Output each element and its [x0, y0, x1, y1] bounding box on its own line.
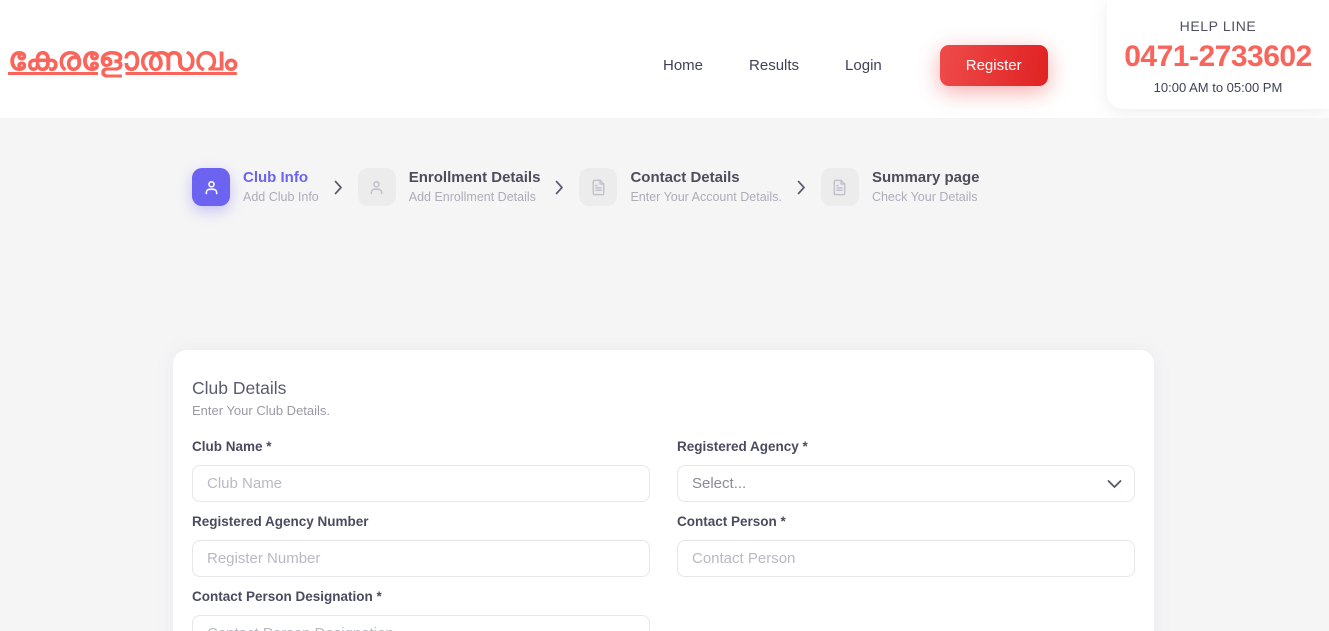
user-icon [192, 168, 230, 206]
step-summary-page[interactable]: Summary page Check Your Details [820, 168, 980, 206]
site-header: കേരളോത്സവം Home Results Login Register H… [0, 0, 1329, 118]
helpline-title: HELP LINE [1179, 18, 1257, 34]
club-name-label: Club Name * [192, 439, 272, 454]
nav-results[interactable]: Results [726, 52, 822, 80]
document-icon [820, 168, 859, 206]
main-navigation: Home Results Login Register [640, 45, 1048, 86]
helpline-card: HELP LINE 0471-2733602 10:00 AM to 05:00… [1107, 0, 1329, 109]
step-title: Club Info [243, 169, 308, 186]
club-details-card: Club Details Enter Your Club Details. Cl… [173, 350, 1154, 631]
contact-person-label: Contact Person * [677, 514, 786, 529]
field-registered-agency: Registered Agency * Select... [677, 437, 1135, 502]
field-contact-person: Contact Person * [677, 512, 1135, 577]
page-title: Club Details [192, 378, 287, 398]
nav-login[interactable]: Login [822, 52, 905, 80]
contact-person-input[interactable] [677, 540, 1135, 577]
step-subtitle: Add Club Info [243, 190, 319, 204]
registered-agency-label: Registered Agency * [677, 439, 808, 454]
registered-agency-select[interactable]: Select... [677, 465, 1135, 502]
field-club-name: Club Name * [192, 437, 650, 502]
chevron-right-icon [334, 180, 343, 195]
field-registered-agency-number: Registered Agency Number [192, 512, 650, 577]
page-subtitle: Enter Your Club Details. [192, 403, 331, 418]
step-enrollment-details[interactable]: Enrollment Details Add Enrollment Detail… [357, 168, 541, 206]
step-title: Enrollment Details [408, 169, 541, 186]
user-icon [357, 168, 396, 206]
step-subtitle: Add Enrollment Details [408, 190, 536, 204]
step-club-info[interactable]: Club Info Add Club Info [192, 168, 319, 206]
contact-person-designation-input[interactable] [192, 615, 650, 631]
helpline-phone-number[interactable]: 0471-2733602 [1107, 36, 1329, 78]
step-contact-details[interactable]: Contact Details Enter Your Account Detai… [579, 168, 782, 206]
step-title: Contact Details [630, 169, 740, 186]
chevron-right-icon [797, 180, 806, 195]
club-details-form: Club Name * Registered Agency * Select..… [192, 437, 1135, 631]
page-body: Club Info Add Club Info Enrollment Detai… [0, 118, 1329, 631]
helpline-hours: 10:00 AM to 05:00 PM [1153, 80, 1283, 95]
nav-home[interactable]: Home [640, 52, 726, 80]
contact-person-designation-label: Contact Person Designation * [192, 589, 382, 604]
club-name-input[interactable] [192, 465, 650, 502]
step-title: Summary page [871, 169, 980, 186]
site-logo[interactable]: കേരളോത്സവം [8, 38, 237, 80]
registration-stepper: Club Info Add Club Info Enrollment Detai… [192, 168, 979, 206]
registered-agency-number-input[interactable] [192, 540, 650, 577]
step-subtitle: Enter Your Account Details. [630, 190, 782, 204]
chevron-right-icon [555, 180, 564, 195]
field-contact-person-designation: Contact Person Designation * [192, 587, 650, 631]
step-subtitle: Check Your Details [871, 190, 978, 204]
registered-agency-number-label: Registered Agency Number [192, 514, 369, 529]
document-icon [579, 168, 618, 206]
register-button[interactable]: Register [939, 45, 1048, 86]
